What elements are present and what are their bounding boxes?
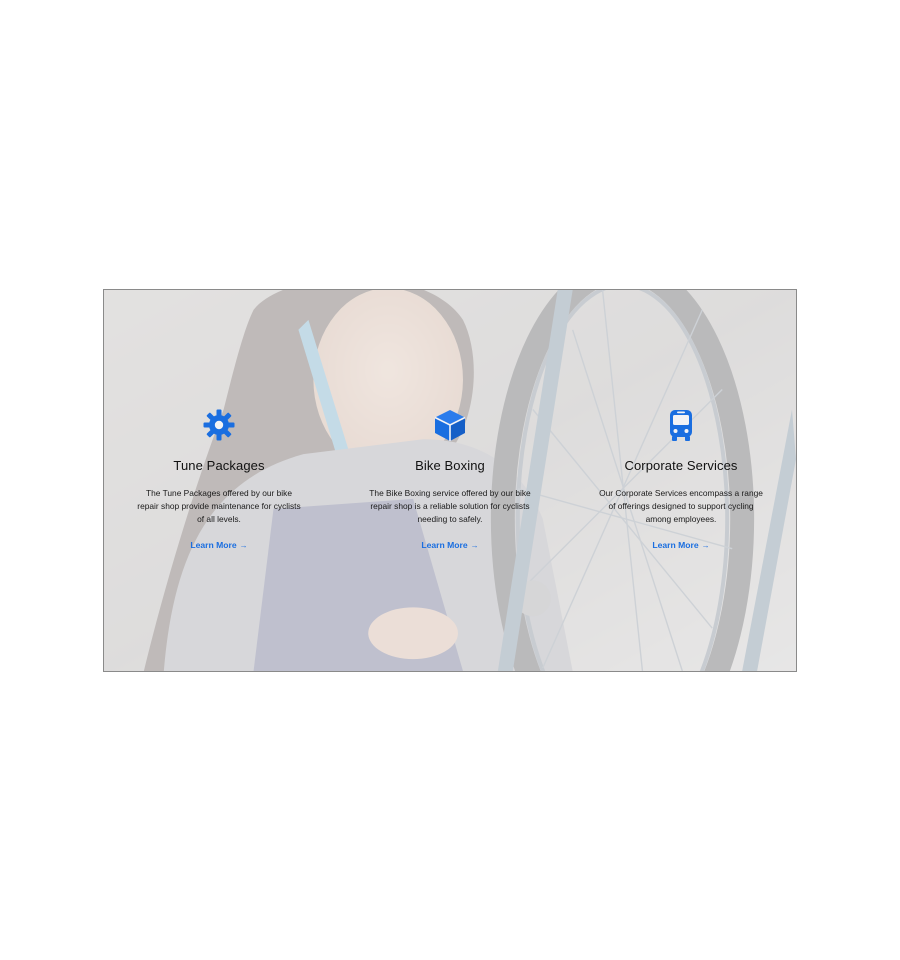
learn-more-link[interactable]: Learn More → <box>652 540 709 550</box>
service-cards: Tune Packages The Tune Packages offered … <box>104 290 796 671</box>
arrow-right-icon: → <box>470 541 479 550</box>
box-icon <box>433 408 467 442</box>
gear-icon <box>202 408 236 442</box>
arrow-right-icon: → <box>239 541 248 550</box>
learn-more-link[interactable]: Learn More → <box>421 540 478 550</box>
service-card-corporate-services: Corporate Services Our Corporate Service… <box>566 408 796 553</box>
card-title: Tune Packages <box>173 458 265 473</box>
learn-more-label: Learn More <box>421 540 468 550</box>
card-title: Bike Boxing <box>415 458 485 473</box>
service-card-tune-packages: Tune Packages The Tune Packages offered … <box>104 408 334 553</box>
card-title: Corporate Services <box>624 458 738 473</box>
page: Tune Packages The Tune Packages offered … <box>0 0 900 960</box>
service-card-bike-boxing: Bike Boxing The Bike Boxing service offe… <box>335 408 565 553</box>
bus-icon <box>664 408 698 442</box>
card-description: The Tune Packages offered by our bike re… <box>137 488 301 524</box>
card-description: The Bike Boxing service offered by our b… <box>369 488 531 524</box>
learn-more-link[interactable]: Learn More → <box>190 540 247 550</box>
learn-more-label: Learn More <box>652 540 699 550</box>
card-description: Our Corporate Services encompass a range… <box>599 488 763 524</box>
arrow-right-icon: → <box>701 541 710 550</box>
learn-more-label: Learn More <box>190 540 237 550</box>
services-section: Tune Packages The Tune Packages offered … <box>103 289 797 672</box>
